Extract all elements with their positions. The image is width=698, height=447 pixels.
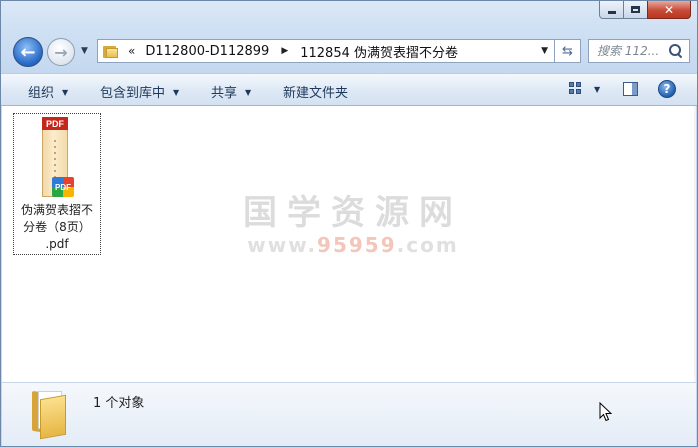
back-arrow-icon: ← bbox=[20, 41, 36, 63]
file-list-area[interactable]: PDF PDF 伪满贺表摺不 分卷（8页） .pdf 国学资源网 www.959… bbox=[2, 106, 696, 382]
address-dropdown-icon[interactable]: ▼ bbox=[541, 46, 548, 56]
recent-pages-dropdown-icon[interactable]: ▼ bbox=[81, 46, 88, 56]
explorer-window: ✕ ← → ▼ « D112800-D112899 ▶ 112854 伪满贺表摺… bbox=[0, 0, 698, 447]
refresh-icon: ⇆ bbox=[562, 43, 573, 59]
share-label: 共享 bbox=[211, 86, 238, 101]
pdf-banner: PDF bbox=[42, 117, 68, 130]
breadcrumb-current[interactable]: 112854 伪满贺表摺不分卷 bbox=[300, 42, 458, 61]
close-icon: ✕ bbox=[663, 2, 675, 17]
view-options-dropdown-icon[interactable]: ▼ bbox=[594, 85, 600, 94]
refresh-button[interactable]: ⇆ bbox=[555, 39, 581, 63]
close-button[interactable]: ✕ bbox=[647, 1, 691, 19]
organize-menu[interactable]: 组织 ▼ bbox=[28, 82, 68, 101]
watermark-url: www.95959.com bbox=[247, 233, 459, 257]
breadcrumb-separator-icon[interactable]: ▶ bbox=[281, 46, 288, 56]
pdf-file-icon: PDF PDF bbox=[42, 117, 76, 197]
minimize-button[interactable] bbox=[599, 1, 624, 19]
breadcrumb-parent[interactable]: D112800-D112899 bbox=[145, 44, 269, 59]
forward-arrow-icon: → bbox=[54, 42, 68, 62]
new-folder-button[interactable]: 新建文件夹 bbox=[283, 82, 348, 101]
include-in-library-label: 包含到库中 bbox=[100, 86, 166, 101]
chevron-down-icon: ▼ bbox=[173, 88, 180, 97]
maximize-icon bbox=[631, 6, 640, 13]
folder-icon bbox=[30, 389, 74, 440]
back-button[interactable]: ← bbox=[13, 37, 43, 67]
help-glyph: ? bbox=[663, 82, 671, 96]
search-input[interactable] bbox=[597, 44, 667, 58]
preview-pane-icon[interactable] bbox=[623, 82, 638, 96]
details-pane: 1 个对象 bbox=[2, 382, 696, 446]
folder-icon bbox=[103, 45, 118, 58]
watermark: 国学资源网 www.95959.com bbox=[240, 193, 466, 257]
maximize-button[interactable] bbox=[623, 1, 648, 19]
address-bar[interactable]: « D112800-D112899 ▶ 112854 伪满贺表摺不分卷 ▼ bbox=[97, 39, 555, 63]
forward-button[interactable]: → bbox=[47, 38, 75, 66]
new-folder-label: 新建文件夹 bbox=[283, 86, 349, 101]
caption-buttons: ✕ bbox=[599, 1, 691, 19]
organize-label: 组织 bbox=[28, 86, 55, 101]
content-edge bbox=[694, 106, 696, 382]
object-count: 1 个对象 bbox=[93, 396, 145, 411]
change-view-icon[interactable] bbox=[569, 82, 583, 96]
minimize-icon bbox=[607, 11, 616, 14]
chevron-down-icon: ▼ bbox=[62, 88, 69, 97]
breadcrumb-overflow-icon[interactable]: « bbox=[128, 44, 135, 58]
search-icon[interactable] bbox=[669, 44, 683, 59]
command-bar: 组织 ▼ 包含到库中 ▼ 共享 ▼ 新建文件夹 ▼ ? bbox=[1, 73, 697, 106]
file-item-pdf[interactable]: PDF PDF 伪满贺表摺不 分卷（8页） .pdf bbox=[13, 113, 101, 255]
file-name-label: 伪满贺表摺不 分卷（8页） .pdf bbox=[20, 203, 93, 251]
include-in-library-menu[interactable]: 包含到库中 ▼ bbox=[100, 82, 179, 101]
help-icon[interactable]: ? bbox=[658, 80, 676, 98]
navigation-bar: ← → ▼ « D112800-D112899 ▶ 112854 伪满贺表摺不分… bbox=[1, 31, 697, 67]
search-box[interactable] bbox=[588, 39, 690, 63]
pdf-badge-icon: PDF bbox=[52, 177, 74, 197]
share-menu[interactable]: 共享 ▼ bbox=[211, 82, 251, 101]
watermark-title: 国学资源网 bbox=[243, 193, 463, 233]
chevron-down-icon: ▼ bbox=[245, 88, 252, 97]
mouse-cursor-icon bbox=[599, 402, 613, 422]
